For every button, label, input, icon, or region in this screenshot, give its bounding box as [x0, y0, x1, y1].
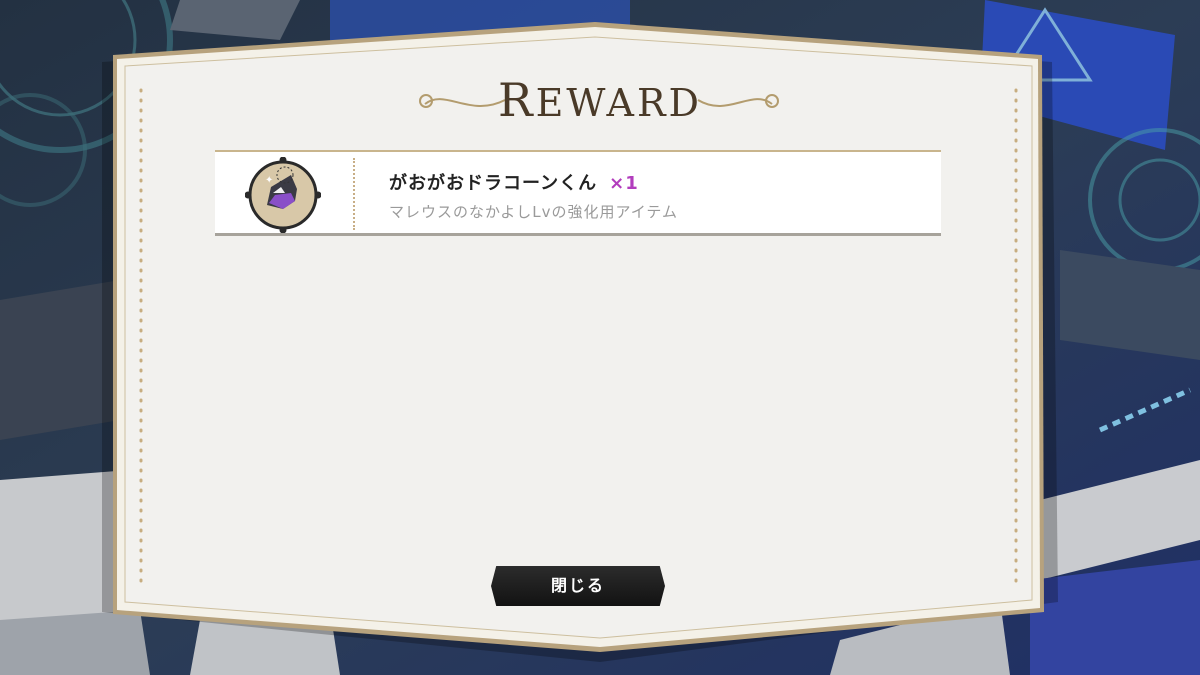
item-name-line: がおがおドラコーンくん ×1 [389, 169, 639, 195]
close-button[interactable]: 閉じる [491, 566, 665, 606]
dialog-title: REWARD [480, 72, 720, 128]
dialog-title-initial: R [497, 73, 536, 127]
item-description: マレウスのなかよしLvの強化用アイテム [389, 203, 678, 221]
item-quantity: ×1 [609, 173, 639, 194]
svg-text:✦: ✦ [265, 175, 273, 186]
reward-item-row: ✦ がおがおドラコーンくん ×1 マレウスのなかよしLvの強化用アイテム [215, 150, 941, 236]
dialog-title-rest: EWARD [535, 81, 703, 125]
item-name: がおがおドラコーンくん [389, 173, 598, 194]
dragon-plush-icon: ✦ [245, 157, 321, 233]
item-divider [353, 158, 355, 230]
